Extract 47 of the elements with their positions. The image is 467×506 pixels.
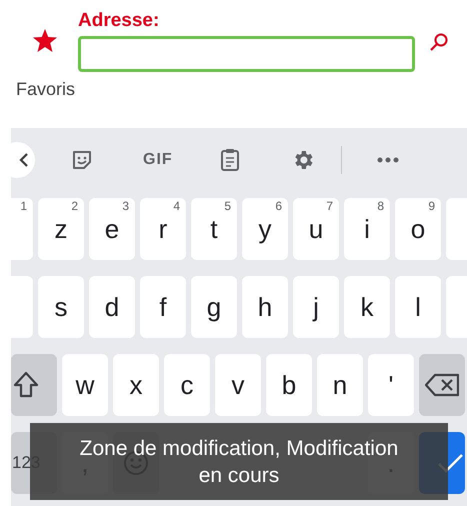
sticker-icon[interactable] bbox=[71, 149, 93, 171]
key-hint: 8 bbox=[377, 199, 384, 213]
keyboard-key[interactable]: o 9 bbox=[395, 198, 441, 260]
key-hint: 1 bbox=[20, 199, 27, 213]
keyboard-key[interactable]: ' bbox=[368, 354, 414, 416]
keyboard-key[interactable]: 1 bbox=[11, 198, 33, 260]
keyboard-key[interactable]: f bbox=[140, 276, 186, 338]
keyboard-key[interactable]: k bbox=[344, 276, 390, 338]
keyboard-key[interactable]: w bbox=[62, 354, 108, 416]
keyboard-key[interactable]: h bbox=[242, 276, 288, 338]
keyboard-key[interactable]: c bbox=[164, 354, 210, 416]
field-label: Adresse: bbox=[78, 10, 160, 32]
backspace-key[interactable] bbox=[419, 354, 465, 416]
key-hint: 3 bbox=[122, 199, 129, 213]
address-field[interactable] bbox=[78, 36, 415, 72]
keyboard-key[interactable]: n bbox=[317, 354, 363, 416]
more-icon[interactable] bbox=[376, 157, 399, 163]
key-hint: 7 bbox=[326, 199, 333, 213]
keyboard-key[interactable]: b bbox=[266, 354, 312, 416]
keyboard-key[interactable]: u 7 bbox=[293, 198, 339, 260]
keyboard-key[interactable]: r 4 bbox=[140, 198, 186, 260]
shift-icon bbox=[13, 371, 39, 399]
keyboard-key[interactable]: v bbox=[215, 354, 261, 416]
star-icon bbox=[32, 28, 58, 53]
key-hint: 4 bbox=[173, 199, 180, 213]
keyboard-key[interactable]: x bbox=[113, 354, 159, 416]
key-hint: 9 bbox=[428, 199, 435, 213]
keyboard-key[interactable]: s bbox=[38, 276, 84, 338]
favorites-label: Favoris bbox=[16, 78, 76, 100]
shift-key[interactable] bbox=[11, 354, 57, 416]
keyboard-key[interactable]: j bbox=[293, 276, 339, 338]
gif-button[interactable]: GIF bbox=[143, 148, 173, 172]
backspace-icon bbox=[425, 373, 459, 397]
keyboard-key[interactable]: z 2 bbox=[38, 198, 84, 260]
chevron-left-icon bbox=[19, 153, 29, 167]
keyboard-key[interactable]: y 6 bbox=[242, 198, 288, 260]
keyboard-key[interactable]: l bbox=[395, 276, 441, 338]
keyboard-key[interactable]: e 3 bbox=[89, 198, 135, 260]
search-icon[interactable] bbox=[429, 32, 449, 52]
key-hint: 5 bbox=[224, 199, 231, 213]
keyboard-key[interactable]: t 5 bbox=[191, 198, 237, 260]
keyboard-key[interactable]: i 8 bbox=[344, 198, 390, 260]
key-hint: 6 bbox=[275, 199, 282, 213]
clipboard-icon[interactable] bbox=[220, 148, 240, 172]
keyboard-key[interactable]: g bbox=[191, 276, 237, 338]
key-hint: 2 bbox=[71, 199, 78, 213]
keyboard-key[interactable]: d bbox=[89, 276, 135, 338]
